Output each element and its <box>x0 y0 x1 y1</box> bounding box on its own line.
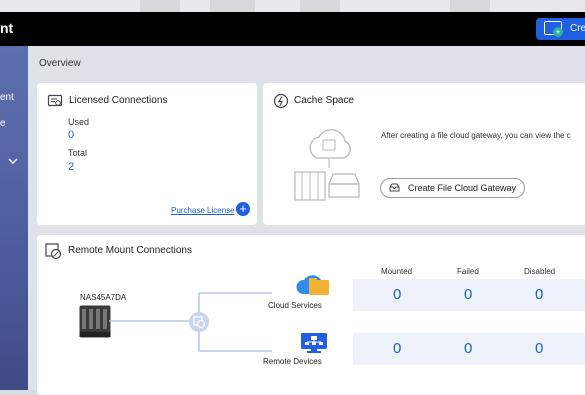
cache-space-card: Cache Space After creating a file cloud … <box>263 83 585 225</box>
certificate-icon <box>47 93 63 114</box>
total-label: Total <box>68 148 88 158</box>
sidebar-item-2[interactable]: e <box>0 118 6 129</box>
create-button-label: Cre <box>570 23 585 34</box>
column-header-disabled: Disabled <box>524 267 556 276</box>
cloud-storage-illustration-icon <box>293 128 365 209</box>
remote-hub-icon <box>188 311 210 338</box>
sidebar: ent e <box>0 46 28 390</box>
purchase-license-link[interactable]: Purchase License <box>171 206 235 215</box>
connection-lines <box>109 292 272 352</box>
column-header-failed: Failed <box>457 267 479 276</box>
cloud-disabled-value: 0 <box>535 286 544 303</box>
cache-title: Cache Space <box>294 95 355 106</box>
cloud-services-icon <box>295 272 331 303</box>
used-label: Used <box>68 117 90 127</box>
remote-devices-icon <box>300 332 328 359</box>
used-value: 0 <box>68 129 75 141</box>
page-title: Overview <box>39 58 81 69</box>
cloud-services-label: Cloud Services <box>268 301 322 310</box>
cloud-failed-value: 0 <box>464 286 473 303</box>
app-title: nt <box>0 20 14 36</box>
stat-row-cloud-services: 0 0 0 <box>353 279 585 311</box>
cache-description: After creating a file cloud gateway, you… <box>381 131 571 140</box>
purchase-plus-icon[interactable]: + <box>236 202 250 216</box>
devices-failed-value: 0 <box>464 340 473 357</box>
stat-row-remote-devices: 0 0 0 <box>353 333 585 365</box>
inbox-icon <box>389 183 400 194</box>
licensed-title: Licensed Connections <box>69 95 168 106</box>
devices-mounted-value: 0 <box>393 340 402 357</box>
create-gateway-label: Create File Cloud Gateway <box>408 183 517 193</box>
header-bar: nt + Cre <box>0 12 585 46</box>
chevron-down-icon[interactable] <box>8 152 18 170</box>
create-file-cloud-gateway-button[interactable]: Create File Cloud Gateway <box>380 178 525 198</box>
plus-icon: + <box>553 27 563 37</box>
column-header-mounted: Mounted <box>381 267 413 276</box>
top-strip <box>0 0 585 12</box>
licensed-connections-card: Licensed Connections Used 0 Total 2 Purc… <box>37 83 257 225</box>
cache-gauge-icon <box>273 93 289 114</box>
remote-devices-label: Remote Devices <box>263 357 322 366</box>
devices-disabled-value: 0 <box>535 340 544 357</box>
total-value: 2 <box>68 161 75 173</box>
sidebar-item-1[interactable]: ent <box>0 92 14 103</box>
remote-mount-card: Remote Mount Connections NAS45A7DA Cloud… <box>37 235 585 395</box>
cloud-mounted-value: 0 <box>393 286 402 303</box>
create-button[interactable]: + Cre <box>536 18 585 40</box>
